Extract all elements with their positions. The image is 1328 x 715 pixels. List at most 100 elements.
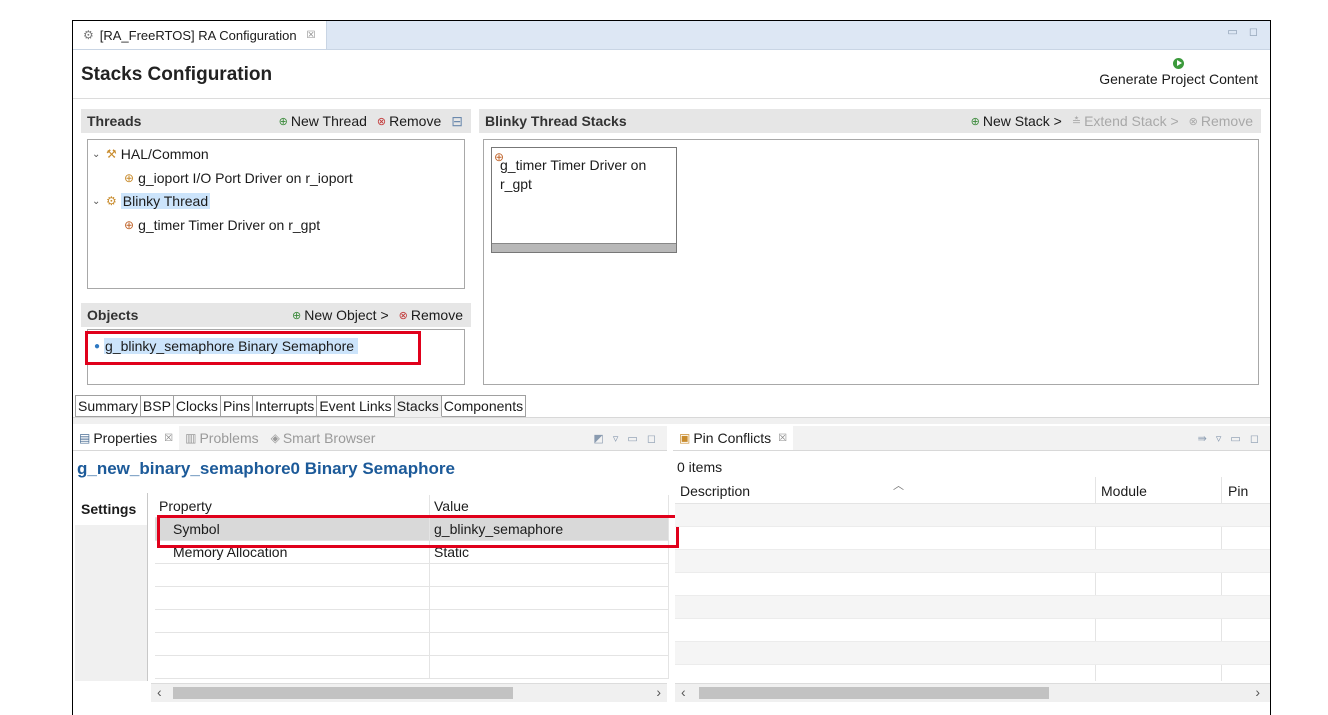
threads-tree: ⌄ ⚒ HAL/Common ⊕ g_ioport I/O Port Drive… <box>87 139 465 289</box>
tab-problems-label: Problems <box>199 430 259 446</box>
extend-stack-button[interactable]: ≛ Extend Stack > <box>1072 113 1179 129</box>
settings-label: Settings <box>75 493 147 525</box>
chevron-down-icon[interactable]: ⌄ <box>92 196 102 207</box>
generate-project-content-button[interactable]: Generate Project Content <box>1099 58 1258 87</box>
threads-header: Threads ⊕ New Thread ⊗ Remove ⊟ <box>81 109 471 133</box>
tree-item-blinky-thread[interactable]: ⌄ ⚙ Blinky Thread <box>92 193 211 209</box>
gear-icon: ⚙ <box>83 28 94 42</box>
close-icon[interactable]: ☒ <box>164 433 173 444</box>
tab-smart-browser[interactable]: ◈ Smart Browser <box>265 426 382 450</box>
table-row <box>675 573 1270 596</box>
view-menu-controls[interactable]: ⇛ ▿ ▭ ◻ <box>1198 432 1270 445</box>
view-menu-controls[interactable]: ◩ ▿ ▭ ◻ <box>593 432 667 445</box>
remove-stack-label: Remove <box>1200 113 1253 129</box>
objects-header: Objects ⊕ New Object > ⊗ Remove <box>81 303 471 327</box>
view-separator <box>73 417 1270 424</box>
smart-browser-icon: ◈ <box>270 431 280 445</box>
editor-tab-label: [RA_FreeRTOS] RA Configuration <box>99 27 297 43</box>
properties-hscrollbar[interactable]: ‹ › <box>151 683 667 702</box>
tab-pin-conflicts[interactable]: ▣ Pin Conflicts ☒ <box>673 426 794 450</box>
remove-icon: ⊗ <box>398 309 408 322</box>
new-object-label: New Object > <box>304 307 389 323</box>
table-row <box>675 504 1270 527</box>
remove-icon: ⊗ <box>1188 115 1198 128</box>
scroll-right-icon[interactable]: › <box>1255 684 1260 700</box>
tree-item-label: g_timer Timer Driver on r_gpt <box>138 217 321 233</box>
module-icon: ⊕ <box>124 218 135 232</box>
table-row <box>155 609 669 633</box>
scroll-thumb[interactable] <box>699 687 1049 699</box>
close-icon[interactable]: ☒ <box>307 30 316 41</box>
objects-title: Objects <box>87 307 139 323</box>
tab-pin-conflicts-label: Pin Conflicts <box>693 430 772 446</box>
tab-problems[interactable]: ▥ Problems <box>179 426 264 450</box>
stacks-header: Blinky Thread Stacks ⊕ New Stack > ≛ Exten… <box>479 109 1261 133</box>
pin-conflicts-tabbar: ▣ Pin Conflicts ☒ ⇛ ▿ ▭ ◻ <box>673 426 1270 451</box>
table-row <box>675 596 1270 619</box>
scroll-right-icon[interactable]: › <box>656 684 661 700</box>
tab-bsp[interactable]: BSP <box>140 395 174 417</box>
extend-icon: ≛ <box>1071 115 1082 128</box>
new-thread-label: New Thread <box>290 113 367 129</box>
stacks-canvas: ⊕ g_timer Timer Driver on r_gpt <box>483 139 1259 385</box>
stack-module-block[interactable]: ⊕ g_timer Timer Driver on r_gpt <box>491 147 677 253</box>
tree-item-g-ioport[interactable]: ⊕ g_ioport I/O Port Driver on r_ioport <box>124 170 353 186</box>
remove-thread-button[interactable]: ⊗ Remove <box>377 113 441 129</box>
scroll-left-icon[interactable]: ‹ <box>157 684 162 700</box>
chevron-down-icon[interactable]: ⌄ <box>92 149 102 160</box>
scroll-left-icon[interactable]: ‹ <box>681 684 686 700</box>
tab-components[interactable]: Components <box>441 395 527 417</box>
table-row <box>155 563 669 587</box>
tree-item-hal-common[interactable]: ⌄ ⚒ HAL/Common <box>92 146 209 162</box>
tab-interrupts[interactable]: Interrupts <box>253 395 318 417</box>
collapse-icon[interactable]: ⊟ <box>451 113 463 130</box>
table-row <box>675 642 1270 665</box>
highlight-box <box>157 515 679 548</box>
tree-item-g-timer[interactable]: ⊕ g_timer Timer Driver on r_gpt <box>124 217 320 233</box>
tree-item-label: HAL/Common <box>120 146 209 162</box>
column-header-description[interactable]: Description <box>680 483 750 499</box>
tab-event-links[interactable]: Event Links <box>317 395 395 417</box>
tree-item-label: g_ioport I/O Port Driver on r_ioport <box>138 170 353 186</box>
remove-object-button[interactable]: ⊗ Remove <box>399 307 463 323</box>
generate-label: Generate Project Content <box>1099 71 1258 87</box>
add-icon: ⊕ <box>970 115 980 128</box>
column-header-pin[interactable]: Pin <box>1228 483 1248 499</box>
window-controls[interactable]: ▭ ◻ <box>1227 25 1262 38</box>
ra-configuration-editor: ⚙ [RA_FreeRTOS] RA Configuration ☒ ▭ ◻ S… <box>72 20 1271 715</box>
add-icon: ⊕ <box>278 115 288 128</box>
remove-thread-label: Remove <box>389 113 442 129</box>
column-header-module[interactable]: Module <box>1101 483 1147 499</box>
close-icon[interactable]: ☒ <box>778 433 787 444</box>
tab-clocks[interactable]: Clocks <box>173 395 221 417</box>
tab-stacks[interactable]: Stacks <box>394 395 442 417</box>
extend-stack-label: Extend Stack > <box>1084 113 1179 129</box>
remove-stack-button[interactable]: ⊗ Remove <box>1189 113 1253 129</box>
table-row <box>675 527 1270 550</box>
scroll-thumb[interactable] <box>173 687 513 699</box>
new-stack-label: New Stack > <box>982 113 1062 129</box>
tab-pins[interactable]: Pins <box>220 395 254 417</box>
remove-icon: ⊗ <box>376 115 387 128</box>
tab-summary[interactable]: Summary <box>75 395 141 417</box>
table-row <box>155 586 669 610</box>
editor-tab[interactable]: ⚙ [RA_FreeRTOS] RA Configuration ☒ <box>73 21 327 49</box>
threads-title: Threads <box>87 113 142 129</box>
new-thread-button[interactable]: ⊕ New Thread <box>279 113 367 129</box>
new-object-button[interactable]: ⊕ New Object > <box>292 307 389 323</box>
pin-conflicts-hscrollbar[interactable]: ‹ › <box>675 683 1270 702</box>
table-row <box>155 632 669 656</box>
pin-conflicts-table: Description ︿ Module Pin <box>675 477 1270 681</box>
table-row <box>675 550 1270 573</box>
new-stack-button[interactable]: ⊕ New Stack > <box>971 113 1062 129</box>
config-tabs: Summary BSP Clocks Pins Interrupts Event… <box>75 395 527 417</box>
table-header-row: Description ︿ Module Pin <box>675 477 1270 681</box>
properties-title: g_new_binary_semaphore0 Binary Semaphore <box>77 459 455 478</box>
page-header: Stacks Configuration Generate Project Co… <box>73 50 1270 99</box>
add-icon: ⊕ <box>291 309 302 322</box>
remove-object-label: Remove <box>410 307 463 323</box>
settings-tab[interactable]: Settings <box>75 493 148 681</box>
table-row <box>155 655 669 679</box>
play-icon <box>1173 58 1185 69</box>
tab-properties[interactable]: ▤ Properties ☒ <box>73 426 180 450</box>
